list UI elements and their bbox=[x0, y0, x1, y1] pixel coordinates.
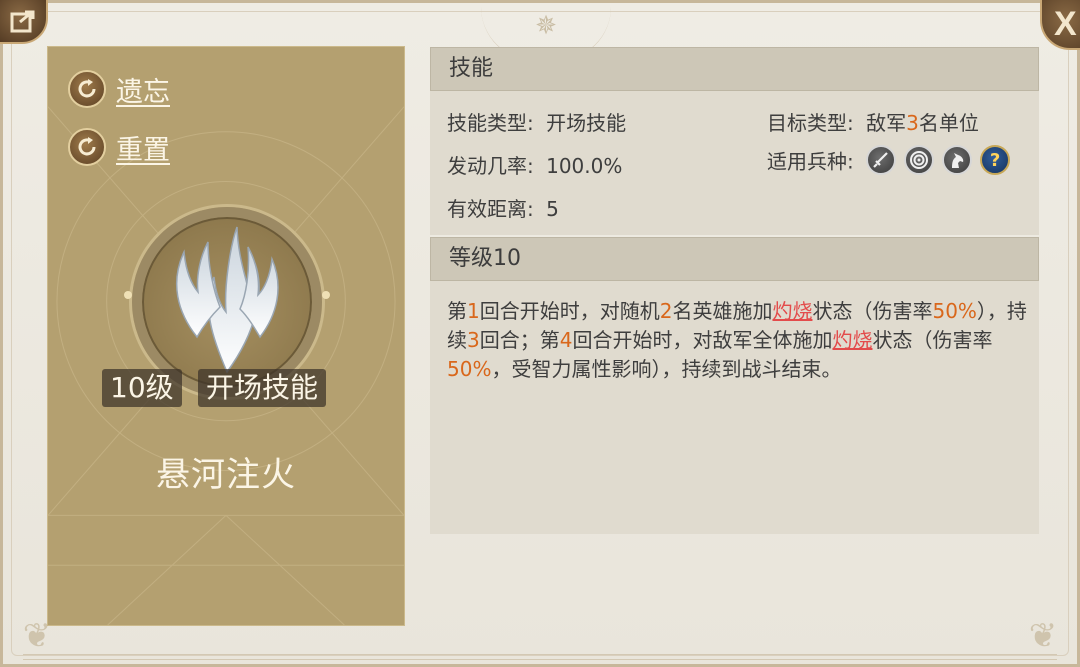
corner-flourish-icon: ❦ bbox=[1028, 616, 1058, 656]
target-type-suffix: 名单位 bbox=[918, 111, 979, 135]
burn-status-link[interactable]: 灼烧 bbox=[772, 299, 812, 323]
target-type-prefix: 敌军 bbox=[866, 111, 907, 135]
refresh-icon bbox=[68, 128, 106, 166]
burn-status-link[interactable]: 灼烧 bbox=[832, 328, 872, 352]
range-label: 有效距离: bbox=[447, 197, 534, 221]
desc-number: 50% bbox=[447, 357, 492, 381]
desc-number: 2 bbox=[659, 299, 673, 323]
orb-pin bbox=[322, 291, 330, 299]
horse-icon[interactable] bbox=[942, 145, 973, 175]
desc-text: ，受智力属性影响），持续到战斗结束。 bbox=[491, 357, 842, 381]
reset-skill-button[interactable]: 重置 bbox=[68, 127, 170, 167]
skill-name: 悬河注火 bbox=[156, 455, 296, 495]
forget-skill-button[interactable]: 遗忘 bbox=[68, 69, 170, 109]
trigger-rate-label: 发动几率: bbox=[447, 154, 534, 178]
range-row: 有效距离: 5 bbox=[447, 193, 559, 222]
target-type-row: 目标类型: 敌军3名单位 bbox=[767, 107, 979, 136]
sword-icon[interactable] bbox=[866, 145, 897, 175]
desc-number: 1 bbox=[467, 299, 480, 323]
forget-label: 遗忘 bbox=[116, 76, 170, 108]
desc-text: 名英雄施加 bbox=[672, 299, 773, 323]
skill-type-row: 技能类型: 开场技能 bbox=[447, 107, 626, 136]
skill-description: 第1回合开始时，对随机2名英雄施加灼烧状态（伤害率50%），持续3回合；第4回合… bbox=[447, 297, 1029, 384]
skill-level-tag: 10级 bbox=[102, 369, 182, 407]
skill-section-header: 技能 bbox=[430, 47, 1039, 91]
desc-number: 3 bbox=[467, 328, 480, 352]
level-section-header: 等级10 bbox=[430, 237, 1039, 281]
desc-text: 状态（伤害率 bbox=[872, 328, 993, 352]
white-flame-icon bbox=[176, 226, 279, 374]
compass-star-icon: ✵ bbox=[535, 11, 557, 41]
refresh-icon bbox=[68, 70, 106, 108]
reset-label: 重置 bbox=[116, 134, 170, 166]
desc-number: 4 bbox=[559, 328, 573, 352]
desc-text: 回合开始时，对随机 bbox=[479, 299, 660, 323]
skill-card: 遗忘 重置 10级 开场技能 悬河注火 bbox=[47, 46, 405, 626]
desc-number: 50% bbox=[932, 299, 977, 323]
desc-text: 第 bbox=[447, 299, 467, 323]
skill-type-tag: 开场技能 bbox=[198, 369, 327, 407]
question-icon[interactable]: ? bbox=[980, 145, 1011, 175]
bow-target-icon[interactable] bbox=[904, 145, 935, 175]
close-icon: X bbox=[1054, 5, 1077, 43]
bottom-divider bbox=[23, 654, 1057, 660]
unit-types-row: 适用兵种: ? bbox=[767, 145, 1011, 175]
desc-text: 回合开始时，对敌军全体施加 bbox=[572, 328, 833, 352]
unit-types-label: 适用兵种: bbox=[767, 149, 854, 174]
trigger-rate-row: 发动几率: 100.0% bbox=[447, 150, 622, 179]
target-count: 3 bbox=[906, 111, 919, 135]
range-value: 5 bbox=[546, 197, 559, 221]
share-icon bbox=[10, 10, 35, 33]
desc-text: 回合；第 bbox=[479, 328, 560, 352]
target-type-label: 目标类型: bbox=[767, 111, 854, 135]
trigger-rate-value: 100.0% bbox=[546, 154, 623, 178]
skill-type-label: 技能类型: bbox=[447, 111, 534, 135]
skill-type-value: 开场技能 bbox=[546, 111, 627, 135]
desc-text: 状态（伤害率 bbox=[812, 299, 933, 323]
